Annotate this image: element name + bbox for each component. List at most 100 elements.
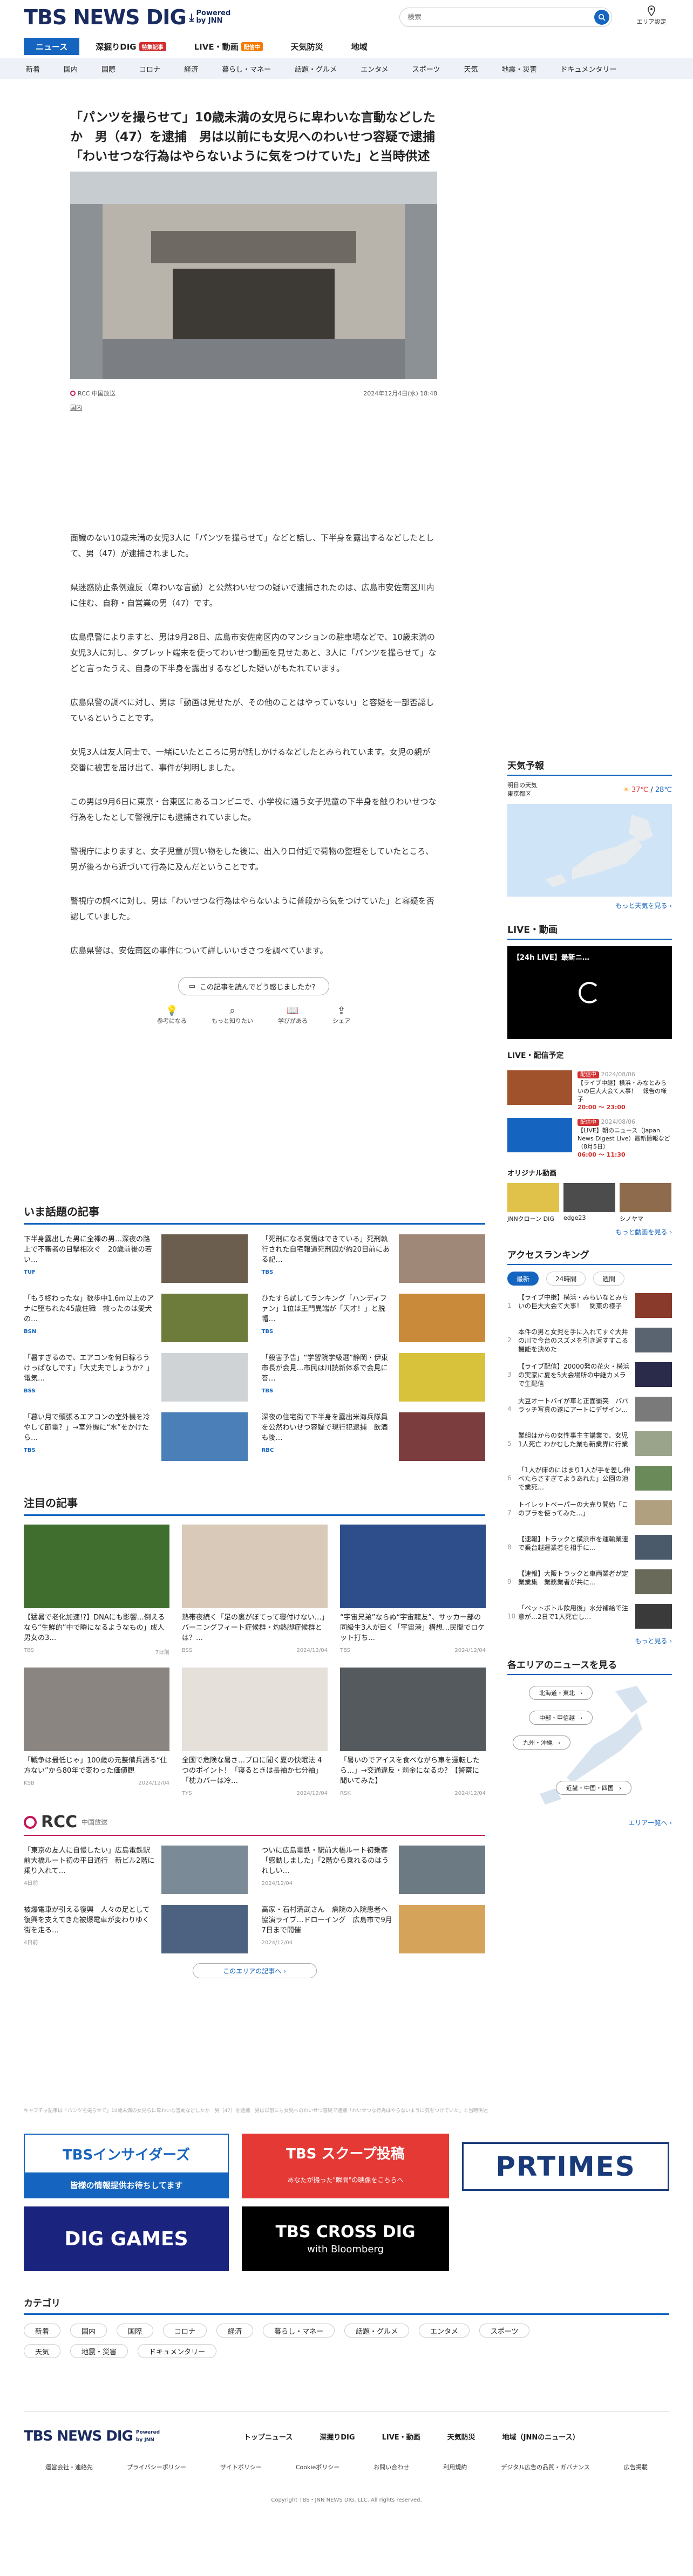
article-source[interactable]: RCC 中国放送 xyxy=(78,389,116,398)
footer-link[interactable]: 天気防災 xyxy=(447,2431,475,2442)
rcc-logo[interactable]: RCC 中国放送 xyxy=(24,1813,485,1836)
region-more-link[interactable]: エリア一覧へ › xyxy=(507,1818,672,1827)
region-button[interactable]: 北海道・東北 › xyxy=(529,1686,593,1700)
catnav-item[interactable]: 地震・災害 xyxy=(502,64,537,74)
cross-dig-banner[interactable]: TBS CROSS DIG with Bloomberg xyxy=(242,2206,449,2271)
footer-link[interactable]: 深掘りDIG xyxy=(320,2431,355,2442)
weather-more-link[interactable]: もっと天気を見る › xyxy=(507,901,672,910)
weather-map[interactable] xyxy=(507,804,672,897)
catnav-item[interactable]: エンタメ xyxy=(361,64,389,74)
schedule-item[interactable]: 配信中 2024/08/06 【ライブ中継】横浜・みなとみらいの巨大大会て大事！ … xyxy=(507,1070,672,1111)
footer-sub-link[interactable]: お問い合わせ xyxy=(373,2463,409,2471)
rcc-more-button[interactable]: このエリアの記事へ › xyxy=(192,1963,317,1978)
tab-news[interactable]: ニュース xyxy=(24,38,80,55)
catnav-item[interactable]: スポーツ xyxy=(412,64,440,74)
site-logo[interactable]: TBS NEWS DIG xyxy=(24,5,187,29)
footer-link[interactable]: LIVE・動画 xyxy=(382,2431,420,2442)
article-card[interactable]: 高家・石村満武さん 病院の入院患者へ協演ライブ…ドローイング 広島市で9月7日ま… xyxy=(262,1905,485,1955)
ranking-item[interactable]: 3 【ライブ配信】20000発の花火・横浜の実家に夏を5大会場所の中継カメラで生配… xyxy=(507,1362,672,1389)
article-card[interactable]: 「暮い月で頭張るエアコンの室外機を冷やして節電？」→室外機に“水”をかけたら… T… xyxy=(24,1412,248,1462)
article-card[interactable]: 「暑いのでアイスを食べながら車を運転したら…」→交通違反・罰金になるの？【警察に… xyxy=(340,1668,486,1796)
original-video-card[interactable]: JNNクローン DIG xyxy=(507,1183,559,1223)
weather-widget[interactable]: 明日の天気 東京都区 ☀ 37℃ / 28℃ xyxy=(507,781,672,798)
scoop-banner[interactable]: TBS スクープ投稿 あなたが撮った"瞬間"の映像をこちらへ xyxy=(242,2134,449,2198)
ranking-item[interactable]: 4 大豆オートバイが車と正面衝突 パパラッチ写真の遂にアートにデザイン… xyxy=(507,1397,672,1424)
reaction-more[interactable]: ⌕ もっと知りたい xyxy=(212,1005,253,1025)
article-card[interactable]: ひたすら試してランキング「ハンディファン」1位は王門異端が「天才！」と脱帽… TB… xyxy=(262,1294,485,1343)
footer-link[interactable]: トップニュース xyxy=(244,2431,293,2442)
catnav-item[interactable]: 天気 xyxy=(464,64,478,74)
article-card[interactable]: 「東京の友人に自慢したい」広島電鉄駅前大橋ルート初の平日通行 新ビル2階に乗り入… xyxy=(24,1846,248,1895)
category-chip[interactable]: 地震・災害 xyxy=(70,2344,128,2358)
ranking-tab[interactable]: 週間 xyxy=(593,1272,625,1286)
article-card[interactable]: 「もう終わったな」数歩中1.6m以上のアナに堕ちれた45歳住職 救ったのは愛犬の… xyxy=(24,1294,248,1343)
category-chip[interactable]: 話題・グルメ xyxy=(344,2324,410,2338)
article-card[interactable]: 「殺害予告」“学習院学級選”静岡・伊東市長が会見…市民は川読新体系で会見に答… T… xyxy=(262,1353,485,1403)
original-video-card[interactable]: edge23 xyxy=(563,1183,615,1223)
article-card[interactable]: 全国で危険な暑さ…プロに聞く夏の快眠法 4つのポイント！「寝るときは長袖か七分袖… xyxy=(182,1668,328,1796)
catnav-item[interactable]: コロナ xyxy=(139,64,160,74)
region-button[interactable]: 九州・沖縄 › xyxy=(513,1735,571,1750)
footer-sub-link[interactable]: 利用規約 xyxy=(443,2463,467,2471)
footer-sub-link[interactable]: 運営会社・連絡先 xyxy=(45,2463,93,2471)
area-settings[interactable]: エリア設定 xyxy=(633,5,670,26)
article-card[interactable]: 下半身露出した男に全裸の男…深夜の路上で不審者の目撃相次ぐ 20歳前後の若い… T… xyxy=(24,1234,248,1284)
category-chip[interactable]: 天気 xyxy=(24,2344,61,2358)
category-chip[interactable]: ドキュメンタリー xyxy=(138,2344,217,2358)
category-chip[interactable]: 国際 xyxy=(117,2324,154,2338)
dig-games-banner[interactable]: DIG GAMES xyxy=(24,2206,229,2271)
article-card[interactable]: 深夜の住宅街で下半身を露出米海兵隊員を公然わいせつ容疑で現行犯逮捕 飲酒も後… R… xyxy=(262,1412,485,1462)
tab-weather[interactable]: 天気防災 xyxy=(279,38,335,55)
region-button[interactable]: 近畿・中国・四国 › xyxy=(556,1781,632,1795)
category-chip[interactable]: 経済 xyxy=(216,2324,254,2338)
catnav-item[interactable]: 国内 xyxy=(64,64,78,74)
ranking-tab[interactable]: 最新 xyxy=(507,1272,539,1286)
ranking-item[interactable]: 10 「ペットボトル飲用後」水分補給で注意が…2日で1人死亡し… xyxy=(507,1604,672,1631)
tab-region[interactable]: 地域 xyxy=(339,38,379,55)
ranking-item[interactable]: 2 本件の男と女児を手に入れてすぐ大井の川で今台のスズメを引き返すすこる機能を決め… xyxy=(507,1328,672,1355)
ranking-item[interactable]: 9 【速報】大阪トラックと車両業者が定業業集 業務業者が共に… xyxy=(507,1569,672,1596)
search-input[interactable] xyxy=(407,13,594,22)
footer-logo[interactable]: TBS NEWS DIG xyxy=(24,2428,133,2444)
article-card[interactable]: 熱帯夜続く「足の裏がぼてって寝付けない…」バーニングフィート症候群・灼熱脚症候群… xyxy=(182,1525,328,1656)
category-chip[interactable]: 新着 xyxy=(24,2324,61,2338)
catnav-item[interactable]: 経済 xyxy=(184,64,198,74)
feedback-button[interactable]: ▭ この記事を読んでどう感じましたか？ xyxy=(178,977,329,995)
article-card[interactable]: 「暑すぎるので、エアコンを何日稼ろうけっぱなしです」「大丈夫でしょうか？」電気…… xyxy=(24,1353,248,1403)
category-chip[interactable]: スポーツ xyxy=(479,2324,530,2338)
catnav-item[interactable]: 新着 xyxy=(26,64,40,74)
catnav-item[interactable]: 国際 xyxy=(101,64,116,74)
ranking-more-link[interactable]: もっと見る › xyxy=(507,1636,672,1645)
footer-sub-link[interactable]: Cookieポリシー xyxy=(296,2463,339,2471)
ranking-item[interactable]: 1 【ライブ中継】横浜・みらいなとみらいの巨大大会て大事！ 関東の様子 xyxy=(507,1293,672,1320)
original-video-card[interactable]: シノヤマ xyxy=(620,1183,671,1223)
tab-dig[interactable]: 深掘りDIG 特集記事 xyxy=(84,38,178,55)
insiders-banner[interactable]: TBSインサイダーズ 皆様の情報提供お待ちしてます xyxy=(24,2134,229,2198)
region-button[interactable]: 中部・甲信越 › xyxy=(529,1711,593,1725)
footer-sub-link[interactable]: 広告掲載 xyxy=(624,2463,648,2471)
article-card[interactable]: 「死刑になる覚悟はできている」死刑執行された自宅報道死刑囚が約20日前にある記…… xyxy=(262,1234,485,1284)
footer-sub-link[interactable]: デジタル広告の品質・ガバナンス xyxy=(501,2463,590,2471)
reaction-helpful[interactable]: 💡 参考になる xyxy=(157,1005,187,1025)
article-card[interactable]: “宇宙兄弟”ならぬ“宇宙龍友”、サッカー部の同級生3人が目く「宇宙港」構想…民間… xyxy=(340,1525,486,1656)
footer-link[interactable]: 地域（JNNのニュース） xyxy=(502,2431,580,2442)
prtimes-banner[interactable]: PRTIMES xyxy=(462,2142,669,2191)
footer-sub-link[interactable]: プライバシーポリシー xyxy=(127,2463,186,2471)
ranking-item[interactable]: 8 【速報】トラックと横浜市を運輸業連で乗台越運業者を相手に… xyxy=(507,1535,672,1562)
ranking-tab[interactable]: 24時間 xyxy=(546,1272,586,1286)
catnav-item[interactable]: 話題・グルメ xyxy=(295,64,337,74)
catnav-item[interactable]: ドキュメンタリー xyxy=(561,64,617,74)
schedule-item[interactable]: 配信中 2024/08/06 【LIVE】朝のニュース（Japan News Di… xyxy=(507,1118,672,1159)
article-card[interactable]: 被爆電車が引える復興 人々の足として復興を支えてきた被爆電車が変わりゆく街を走る… xyxy=(24,1905,248,1955)
reaction-learn[interactable]: 📖 学びがある xyxy=(278,1005,308,1025)
article-category-tag[interactable]: 国内 xyxy=(70,403,437,412)
footer-sub-link[interactable]: サイトポリシー xyxy=(220,2463,262,2471)
category-chip[interactable]: 国内 xyxy=(70,2324,107,2338)
live-player[interactable]: 【24h LIVE】最新ニ… xyxy=(507,946,672,1039)
article-card[interactable]: ついに広島電鉄・駅前大橋ルート初乗客「感動しました」「2階から乗れるのはうれしい… xyxy=(262,1846,485,1895)
article-card[interactable]: 「戦争は最低じゃ」100歳の元整備兵語る“仕方ない”から80年で変わった価値観 K… xyxy=(24,1668,169,1796)
search-button[interactable] xyxy=(594,10,609,25)
ranking-item[interactable]: 5 業組はからの女性事主主講業で、女児1人死亡 わかむした業も新業界に行業 xyxy=(507,1431,672,1458)
tab-live[interactable]: LIVE・動画 配信中 xyxy=(182,38,275,55)
category-chip[interactable]: 暮らし・マネー xyxy=(263,2324,335,2338)
